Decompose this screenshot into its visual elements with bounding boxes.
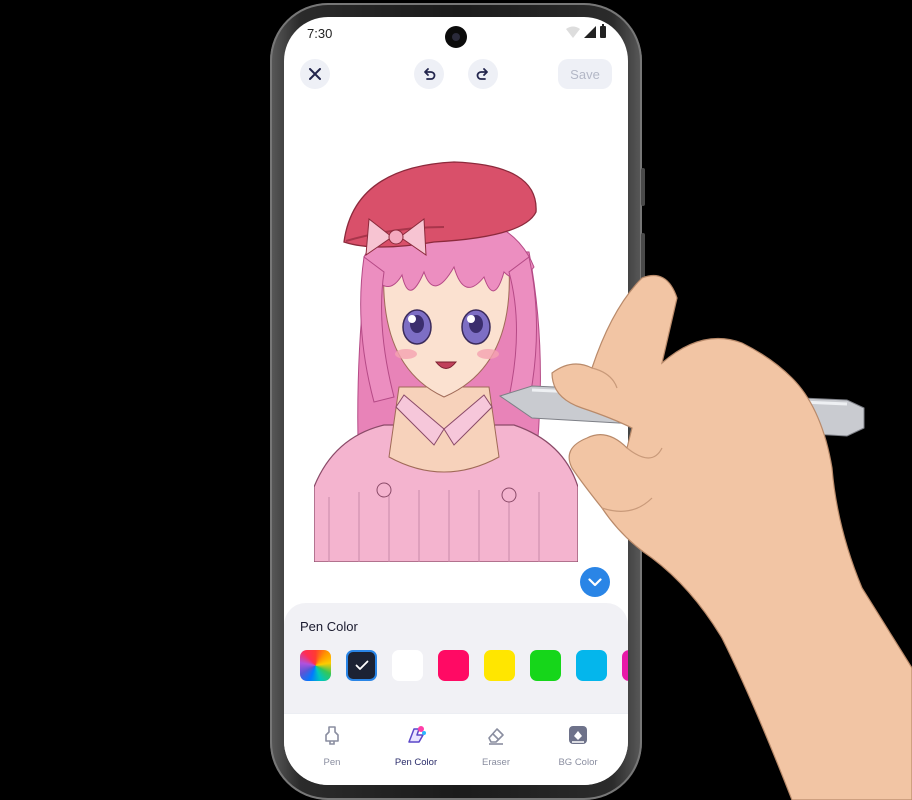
hand-with-stylus bbox=[498, 274, 912, 800]
pen-color-icon bbox=[408, 726, 426, 743]
save-button[interactable]: Save bbox=[558, 59, 612, 89]
redo-icon bbox=[476, 68, 488, 80]
wifi-icon bbox=[566, 26, 580, 38]
signal-icon bbox=[584, 26, 596, 38]
swatch-white[interactable] bbox=[392, 650, 423, 681]
status-time: 7:30 bbox=[307, 26, 333, 41]
tab-pen-color-label: Pen Color bbox=[394, 757, 438, 768]
status-bar: 7:30 bbox=[284, 17, 628, 51]
panel-title: Pen Color bbox=[300, 619, 358, 634]
swatch-custom-color[interactable] bbox=[300, 650, 331, 681]
tab-pen-color[interactable]: Pen Color bbox=[376, 724, 456, 768]
swatch-pink[interactable] bbox=[438, 650, 469, 681]
checkmark-icon bbox=[355, 660, 368, 670]
close-icon bbox=[309, 68, 321, 80]
redo-button[interactable] bbox=[468, 59, 498, 89]
tab-pen-label: Pen bbox=[323, 757, 341, 768]
pen-icon bbox=[325, 726, 339, 745]
swatch-black[interactable] bbox=[346, 650, 377, 681]
undo-button[interactable] bbox=[414, 59, 444, 89]
battery-icon bbox=[600, 24, 606, 38]
undo-icon bbox=[424, 68, 436, 80]
status-icons bbox=[566, 24, 606, 38]
volume-button bbox=[641, 168, 645, 206]
close-button[interactable] bbox=[300, 59, 330, 89]
front-camera bbox=[445, 26, 467, 48]
tab-pen[interactable]: Pen bbox=[292, 724, 372, 768]
editor-toolbar: Save bbox=[284, 57, 628, 93]
